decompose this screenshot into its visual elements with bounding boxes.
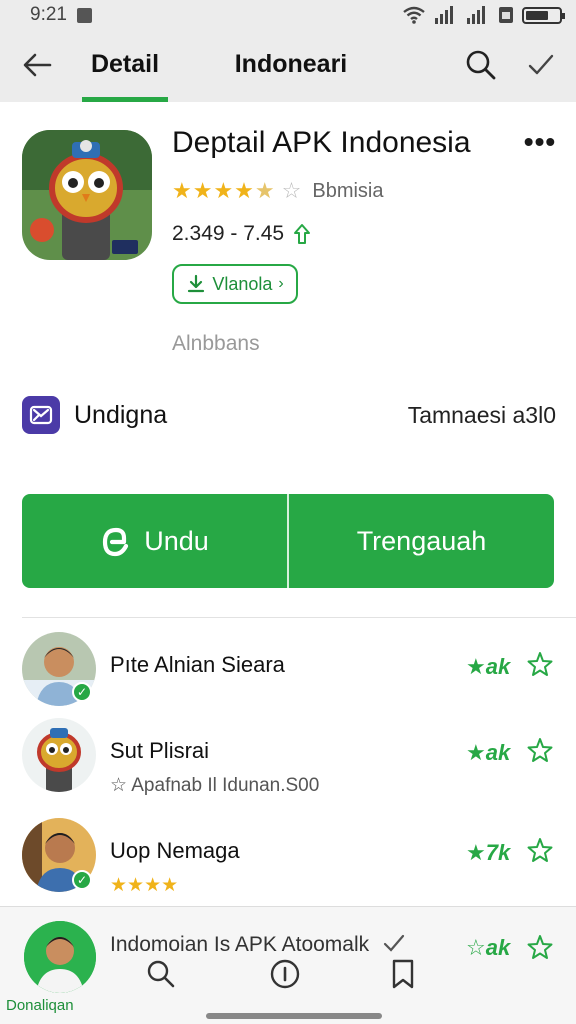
app-sub-label: Alnbbans xyxy=(172,332,260,355)
brand-logo-icon xyxy=(22,396,60,434)
reviewer-avatar xyxy=(22,718,96,792)
review-item[interactable]: Sut Plisrai ☆ Apafnab Il Idunan.S00 ★ak xyxy=(0,718,576,798)
back-arrow-icon[interactable] xyxy=(20,50,56,80)
action-bar: Undu Trengauah xyxy=(22,494,554,588)
star-outline-icon[interactable] xyxy=(526,650,554,678)
review-rating: ★ak xyxy=(466,654,511,679)
rating-stars: ★★★★★ xyxy=(172,178,276,203)
sim-icon xyxy=(499,7,513,23)
reviewer-name: Sut Plisrai xyxy=(110,738,210,763)
install-chip-label: Vlanola xyxy=(212,273,273,294)
secondary-action-button[interactable]: Trengauah xyxy=(289,494,554,588)
search-icon[interactable] xyxy=(464,48,498,82)
info-icon[interactable] xyxy=(268,957,302,991)
more-options-icon[interactable]: ••• xyxy=(522,128,558,162)
download-button[interactable]: Undu xyxy=(22,494,287,588)
check-icon xyxy=(383,934,405,952)
secondary-action-label: Trengauah xyxy=(356,525,487,556)
download-e-icon xyxy=(103,527,129,557)
wifi-icon xyxy=(403,6,425,24)
reviewer-name: Uop Nemaga xyxy=(110,838,240,863)
battery-icon xyxy=(522,6,565,24)
star-outline-icon[interactable] xyxy=(526,836,554,864)
review-rating: ★7k xyxy=(466,840,511,865)
download-button-label: Undu xyxy=(144,525,209,556)
star-outline-icon[interactable] xyxy=(526,736,554,764)
top-bar: Detail Indoneari xyxy=(0,30,576,102)
star-outline-icon: ☆ xyxy=(281,178,303,203)
app-detail-card: Deptail APK Indonesia ••• ★★★★★ ☆ Bbmisi… xyxy=(0,102,576,906)
tab-indonesia[interactable]: Indoneari xyxy=(226,44,356,102)
star-outline-icon[interactable] xyxy=(526,933,554,961)
tab-detail-label: Detail xyxy=(90,50,160,78)
version-row: 2.349 - 7.45 xyxy=(172,222,312,246)
signal-icon-2 xyxy=(467,6,485,24)
tab-indonesia-label: Indoneari xyxy=(234,50,348,78)
bottom-rating: ☆ak xyxy=(466,935,511,960)
chevron-right-icon: › xyxy=(278,275,284,292)
install-chip-button[interactable]: Vlanola › xyxy=(172,264,298,304)
app-version: 2.349 - 7.45 xyxy=(172,222,285,245)
info-value: Tamnaesi a3l0 xyxy=(407,401,556,428)
profile-avatar[interactable] xyxy=(24,921,96,993)
bottom-banner-text: Indomoian Is APK Atoomalk xyxy=(110,933,370,956)
home-indicator xyxy=(206,1013,382,1019)
check-icon[interactable] xyxy=(524,48,558,82)
app-icon[interactable] xyxy=(22,130,152,260)
signal-icon xyxy=(435,6,453,24)
info-row: Undigna Tamnaesi a3l0 xyxy=(22,394,556,436)
review-rating: ★ak xyxy=(466,740,511,765)
download-icon xyxy=(188,274,205,293)
section-divider xyxy=(22,617,576,618)
verified-badge-icon: ✓ xyxy=(72,682,92,702)
status-time: 9:21 xyxy=(30,4,67,25)
search-icon[interactable] xyxy=(144,957,178,991)
bottom-bar: Donaliqan Indomoian Is APK Atoomalk ☆ak xyxy=(0,906,576,1024)
tab-detail[interactable]: Detail xyxy=(82,44,168,102)
app-mascot-icon xyxy=(22,130,152,260)
review-item[interactable]: ✓ Pıte Alnian Sieara ★ak xyxy=(0,632,576,712)
reviewer-name: Pıte Alnian Sieara xyxy=(110,652,285,677)
app-rating: ★★★★★ ☆ Bbmisia xyxy=(172,178,384,204)
upload-verified-icon xyxy=(294,224,311,244)
app-title: Deptail APK Indonesia xyxy=(172,126,471,159)
profile-label: Donaliqan xyxy=(6,997,74,1014)
review-item[interactable]: ✓ Uop Nemaga ★★★★ ★7k xyxy=(0,818,576,898)
verified-badge-icon: ✓ xyxy=(72,870,92,890)
status-bar: 9:21 xyxy=(0,0,576,30)
notification-icon xyxy=(76,7,92,23)
review-stars: ★★★★ xyxy=(110,875,179,896)
review-subtitle: ☆ Apafnab Il Idunan.S00 xyxy=(110,775,320,796)
info-label: Undigna xyxy=(74,400,168,429)
bookmark-icon[interactable] xyxy=(386,957,420,991)
rating-label: Bbmisia xyxy=(312,179,384,202)
